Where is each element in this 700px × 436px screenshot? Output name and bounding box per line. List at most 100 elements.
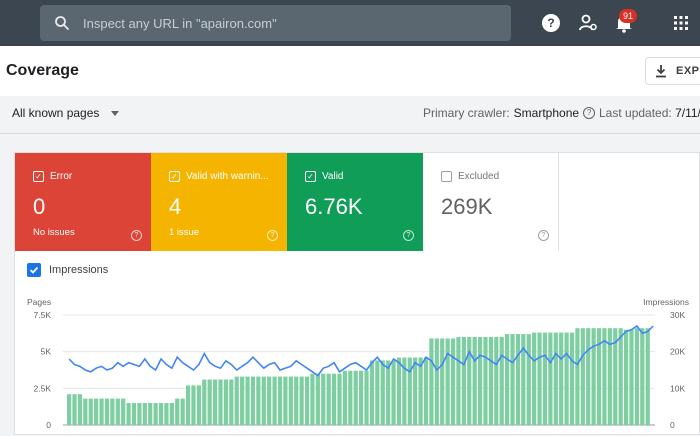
valid-pages-bar[interactable] [267, 376, 272, 425]
valid-pages-bar[interactable] [131, 403, 137, 425]
valid-pages-bar[interactable] [104, 398, 110, 425]
valid-pages-bar[interactable] [67, 394, 72, 425]
valid-pages-bar[interactable] [180, 398, 185, 425]
valid-pages-bar[interactable] [418, 357, 423, 425]
help-icon[interactable]: ? [583, 107, 596, 119]
valid-pages-bar[interactable] [488, 337, 493, 425]
valid-pages-bar[interactable] [369, 360, 375, 425]
manage-users-icon[interactable] [577, 12, 599, 34]
valid-pages-bar[interactable] [499, 337, 504, 425]
valid-pages-bar[interactable] [315, 373, 320, 425]
valid-pages-bar[interactable] [515, 334, 521, 425]
valid-pages-bar[interactable] [396, 357, 402, 425]
valid-pages-bar[interactable] [121, 398, 126, 425]
valid-pages-bar[interactable] [331, 373, 337, 425]
valid-pages-bar[interactable] [353, 370, 358, 425]
valid-pages-bar[interactable] [532, 332, 537, 425]
valid-pages-bar[interactable] [569, 332, 575, 425]
valid-pages-bar[interactable] [623, 329, 629, 425]
valid-pages-bar[interactable] [348, 370, 353, 425]
valid-pages-bar[interactable] [223, 379, 229, 425]
valid-pages-bar[interactable] [586, 328, 591, 425]
valid-pages-bar[interactable] [175, 398, 180, 425]
valid-pages-bar[interactable] [559, 332, 564, 425]
valid-pages-bar[interactable] [191, 385, 196, 425]
valid-pages-bar[interactable] [261, 376, 266, 425]
valid-pages-bar[interactable] [164, 403, 169, 425]
valid-pages-bar[interactable] [553, 332, 558, 425]
valid-pages-bar[interactable] [250, 376, 256, 425]
valid-pages-bar[interactable] [423, 357, 429, 425]
valid-pages-bar[interactable] [483, 337, 488, 425]
valid-pages-bar[interactable] [196, 385, 201, 425]
valid-pages-bar[interactable] [505, 334, 510, 425]
valid-pages-bar[interactable] [72, 394, 77, 425]
valid-pages-bar[interactable] [618, 328, 623, 425]
search-placeholder[interactable]: Inspect any URL in "apairon.com" [83, 16, 277, 31]
valid-pages-bar[interactable] [148, 403, 153, 425]
valid-pages-bar[interactable] [185, 385, 191, 425]
valid-pages-bar[interactable] [256, 376, 261, 425]
valid-pages-bar[interactable] [510, 334, 515, 425]
valid-pages-bar[interactable] [137, 403, 142, 425]
valid-pages-bar[interactable] [321, 373, 326, 425]
valid-pages-bar[interactable] [218, 379, 223, 425]
valid-pages-bar[interactable] [110, 398, 115, 425]
valid-pages-bar[interactable] [380, 360, 385, 425]
valid-pages-bar[interactable] [407, 357, 412, 425]
valid-pages-bar[interactable] [342, 370, 347, 425]
export-button[interactable]: EXPO [645, 57, 700, 85]
valid-pages-bar[interactable] [77, 394, 83, 425]
valid-pages-bar[interactable] [202, 379, 207, 425]
valid-pages-bar[interactable] [213, 379, 218, 425]
valid-pages-bar[interactable] [88, 398, 93, 425]
valid-pages-bar[interactable] [477, 337, 483, 425]
valid-pages-bar[interactable] [304, 376, 310, 425]
valid-pages-bar[interactable] [537, 332, 542, 425]
valid-pages-bar[interactable] [94, 398, 99, 425]
valid-pages-bar[interactable] [277, 376, 283, 425]
valid-pages-bar[interactable] [440, 338, 445, 425]
valid-pages-bar[interactable] [472, 337, 477, 425]
pages-filter-dropdown[interactable]: All known pages [12, 106, 120, 120]
valid-pages-bar[interactable] [602, 328, 607, 425]
valid-pages-bar[interactable] [526, 334, 531, 425]
valid-pages-bar[interactable] [575, 328, 580, 425]
valid-pages-bar[interactable] [126, 403, 131, 425]
valid-pages-bar[interactable] [542, 332, 548, 425]
valid-pages-bar[interactable] [283, 376, 288, 425]
valid-pages-bar[interactable] [229, 379, 234, 425]
valid-pages-bar[interactable] [234, 376, 239, 425]
valid-pages-bar[interactable] [99, 398, 104, 425]
valid-pages-bar[interactable] [548, 332, 553, 425]
valid-pages-bar[interactable] [591, 328, 596, 425]
valid-pages-bar[interactable] [386, 360, 391, 425]
valid-pages-bar[interactable] [326, 373, 331, 425]
help-icon[interactable]: ? [540, 12, 562, 34]
valid-pages-bar[interactable] [337, 373, 342, 425]
valid-pages-bar[interactable] [299, 376, 304, 425]
valid-pages-bar[interactable] [272, 376, 277, 425]
valid-pages-bar[interactable] [310, 373, 315, 425]
valid-pages-bar[interactable] [169, 403, 174, 425]
valid-pages-bar[interactable] [429, 338, 434, 425]
valid-pages-bar[interactable] [445, 338, 450, 425]
valid-pages-bar[interactable] [294, 376, 299, 425]
apps-grid-icon[interactable] [670, 12, 692, 34]
valid-pages-bar[interactable] [83, 398, 88, 425]
valid-pages-bar[interactable] [434, 338, 439, 425]
valid-pages-bar[interactable] [288, 376, 293, 425]
valid-pages-bar[interactable] [645, 328, 650, 425]
valid-pages-bar[interactable] [450, 338, 456, 425]
valid-pages-bar[interactable] [629, 329, 634, 425]
valid-pages-bar[interactable] [364, 370, 369, 425]
valid-pages-bar[interactable] [375, 360, 380, 425]
url-inspection-search[interactable]: Inspect any URL in "apairon.com" [40, 5, 511, 41]
valid-pages-bar[interactable] [207, 379, 212, 425]
valid-pages-bar[interactable] [391, 360, 396, 425]
valid-pages-bar[interactable] [456, 337, 461, 425]
valid-pages-bar[interactable] [634, 328, 639, 425]
valid-pages-bar[interactable] [115, 398, 120, 425]
valid-pages-bar[interactable] [580, 328, 585, 425]
valid-pages-bar[interactable] [359, 370, 364, 425]
